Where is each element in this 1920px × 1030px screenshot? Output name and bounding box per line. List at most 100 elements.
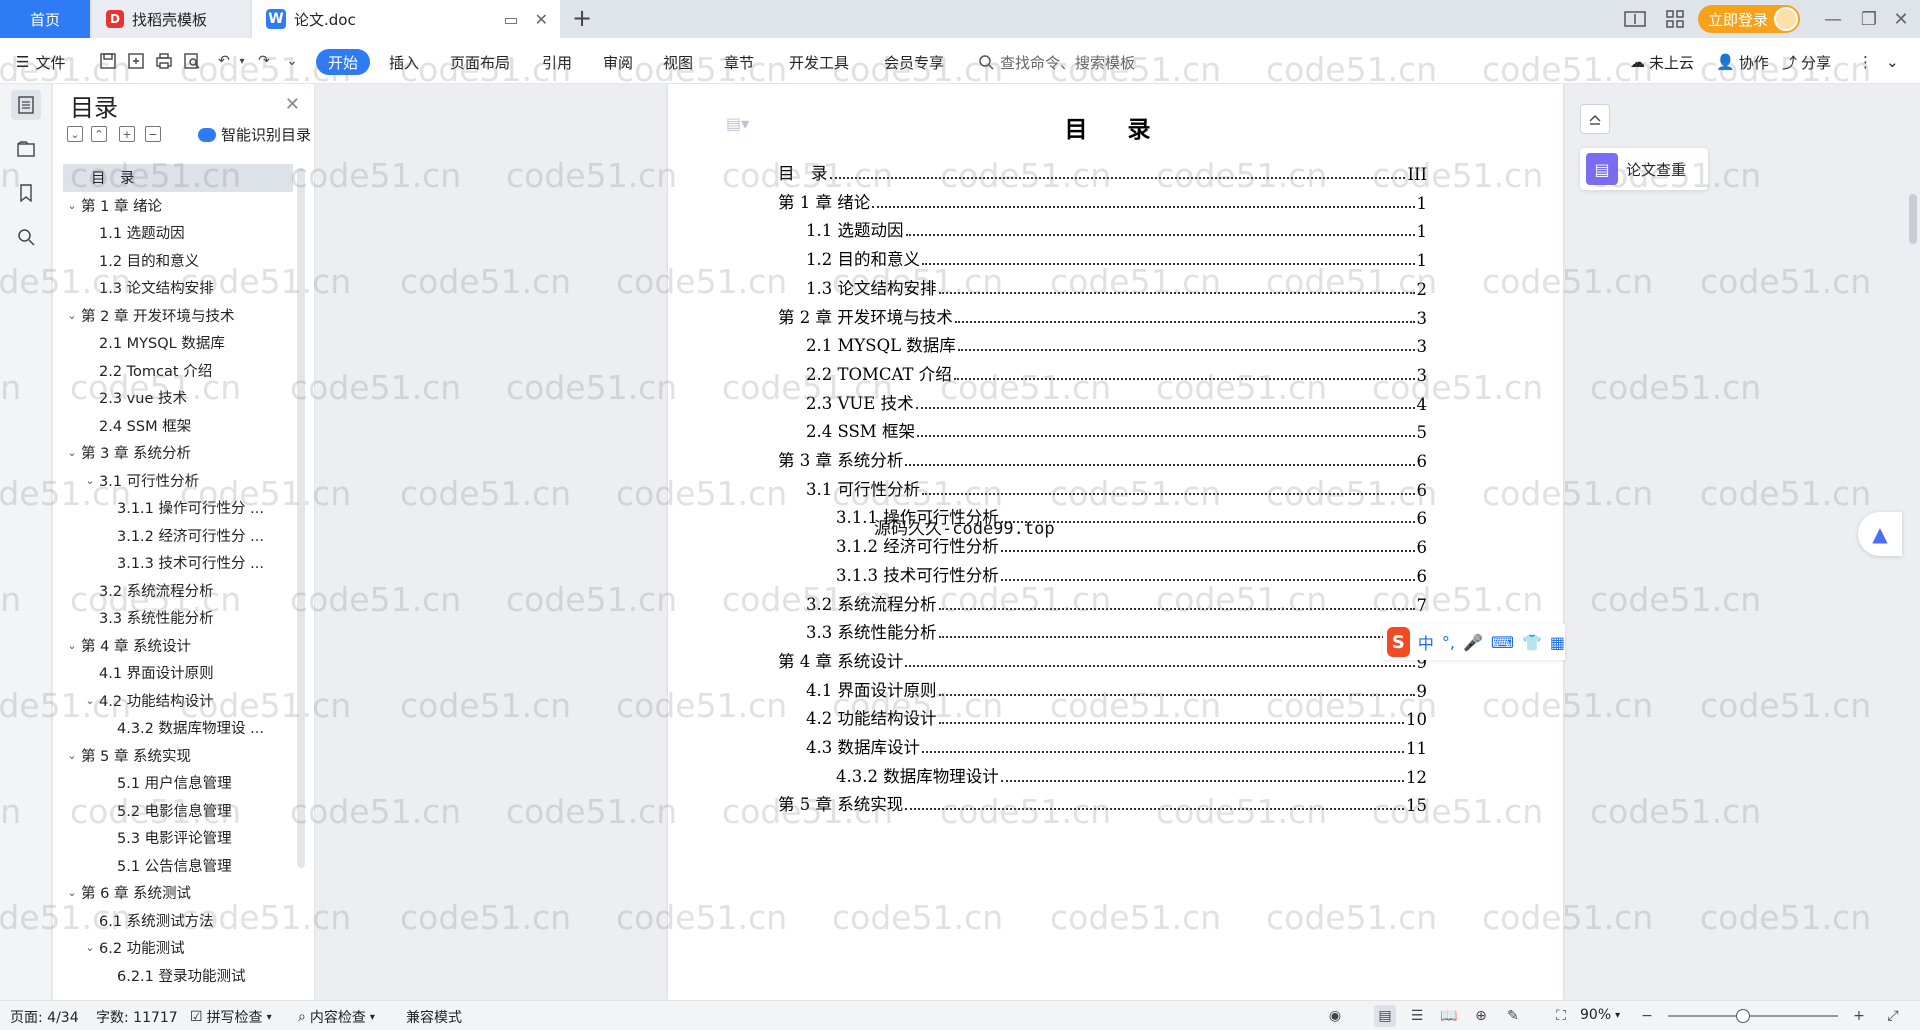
- outline-item[interactable]: 1.3 论文结构安排: [63, 274, 293, 302]
- outline-item[interactable]: 3.2 系统流程分析: [63, 577, 293, 605]
- toc-entry[interactable]: 3.2 系统流程分析 7: [806, 591, 1427, 615]
- toc-entry[interactable]: 1.1 选题动因 1: [806, 217, 1427, 241]
- toc-entry[interactable]: 第 1 章 绪论 1: [778, 189, 1427, 213]
- paper-check-button[interactable]: ▤ 论文查重: [1580, 148, 1708, 190]
- toc-entry[interactable]: 2.4 SSM 框架 5: [806, 418, 1427, 442]
- outline-item[interactable]: ⌄ 4.2 功能结构设计: [63, 687, 293, 715]
- ime-punctuation-icon[interactable]: °,: [1442, 633, 1455, 652]
- outline-item[interactable]: 2.3 vue 技术: [63, 384, 293, 412]
- print-preview-icon[interactable]: [180, 49, 204, 73]
- find-icon[interactable]: [11, 222, 41, 252]
- outline-item[interactable]: ⌄ 第 2 章 开发环境与技术: [63, 302, 293, 330]
- zoom-slider-handle[interactable]: [1736, 1009, 1750, 1023]
- outline-panel-icon[interactable]: [11, 90, 41, 120]
- tab-developer[interactable]: 开发工具: [789, 49, 849, 75]
- share-button[interactable]: ⤴ 分享: [1782, 49, 1831, 75]
- outline-item[interactable]: 1.1 选题动因: [63, 219, 293, 247]
- outline-item[interactable]: 5.3 电影评论管理: [63, 824, 293, 852]
- new-tab-button[interactable]: +: [572, 4, 592, 32]
- toc-entry[interactable]: 1.2 目的和意义 1: [806, 246, 1427, 270]
- login-button[interactable]: 立即登录: [1698, 5, 1800, 33]
- outline-item[interactable]: ⌄ 第 6 章 系统测试: [63, 879, 293, 907]
- toc-entry[interactable]: 2.3 VUE 技术 4: [806, 390, 1427, 414]
- collapse-side-icon[interactable]: [1580, 104, 1610, 134]
- chevron-down-icon[interactable]: ⌄: [63, 446, 81, 459]
- outline-item[interactable]: 4.3.2 数据库物理设 ...: [63, 714, 293, 742]
- chevron-down-icon[interactable]: ⌄: [63, 886, 81, 899]
- content-check-button[interactable]: ⌕ 内容检查 ▾: [298, 1007, 375, 1027]
- reading-mode-icon[interactable]: [1620, 4, 1650, 34]
- smart-toc-button[interactable]: 智能识别目录: [198, 124, 311, 145]
- toc-entry[interactable]: 4.3.2 数据库物理设计 12: [836, 763, 1427, 787]
- toc-entry[interactable]: 3.3 系统性能分析8: [806, 619, 1427, 643]
- chapter-nav-icon[interactable]: [11, 134, 41, 164]
- undo-dropdown-icon[interactable]: ▾: [236, 49, 248, 73]
- toc-entry[interactable]: 4.1 界面设计原则 9: [806, 677, 1427, 701]
- outline-item[interactable]: 6.1 系统测试方法: [63, 907, 293, 935]
- outline-item[interactable]: 2.2 Tomcat 介绍: [63, 357, 293, 385]
- tab-screen-icon[interactable]: ▭: [503, 10, 518, 29]
- outline-scrollbar[interactable]: [297, 168, 305, 868]
- outline-item[interactable]: 3.3 系统性能分析: [63, 604, 293, 632]
- toc-entry[interactable]: 3.1.3 技术可行性分析 6: [836, 562, 1427, 586]
- collapse-ribbon-icon[interactable]: ⌄: [1886, 49, 1899, 75]
- outline-item[interactable]: ⌄ 3.1 可行性分析: [63, 467, 293, 495]
- reading-view-icon[interactable]: 📖: [1438, 1005, 1460, 1027]
- outline-item[interactable]: 3.1.2 经济可行性分 ...: [63, 522, 293, 550]
- scrollbar-thumb[interactable]: [1909, 194, 1917, 244]
- fullscreen-icon[interactable]: ⤢: [1882, 1005, 1904, 1027]
- zoom-slider[interactable]: [1668, 1015, 1838, 1017]
- tab-review[interactable]: 审阅: [603, 49, 633, 75]
- add-heading-icon[interactable]: +: [119, 126, 135, 142]
- toc-entry[interactable]: 3.1 可行性分析 6: [806, 476, 1427, 500]
- redo-icon[interactable]: ↷: [252, 49, 276, 73]
- page-view-icon[interactable]: ▤: [1374, 1005, 1396, 1027]
- outline-item[interactable]: 2.1 MYSQL 数据库: [63, 329, 293, 357]
- toc-entry[interactable]: 第 2 章 开发环境与技术 3: [778, 304, 1427, 328]
- close-window-icon[interactable]: ✕: [1878, 0, 1920, 38]
- outline-view-icon[interactable]: ☰: [1406, 1005, 1428, 1027]
- write-view-icon[interactable]: ✎: [1502, 1005, 1524, 1027]
- tab-start[interactable]: 开始: [316, 49, 371, 75]
- remove-heading-icon[interactable]: −: [145, 126, 161, 142]
- chevron-down-icon[interactable]: ⌄: [63, 309, 81, 322]
- apps-grid-icon[interactable]: [1660, 4, 1690, 34]
- word-count[interactable]: 字数: 11717: [96, 1007, 178, 1027]
- outline-item[interactable]: 6.2.1 登录功能测试: [63, 962, 293, 984]
- outline-item[interactable]: ⌄ 第 3 章 系统分析: [63, 439, 293, 467]
- toc-entry[interactable]: 第 3 章 系统分析 6: [778, 447, 1427, 471]
- outline-item[interactable]: 3.1.3 技术可行性分 ...: [63, 549, 293, 577]
- outline-item[interactable]: 目 录: [63, 164, 293, 192]
- chevron-down-icon[interactable]: ⌄: [81, 474, 99, 487]
- sogou-ime-icon[interactable]: S: [1387, 627, 1410, 657]
- chevron-down-icon[interactable]: ⌄: [63, 199, 81, 212]
- outline-item[interactable]: 2.4 SSM 框架: [63, 412, 293, 440]
- more-quick-chevron-icon[interactable]: ⌄: [280, 49, 304, 73]
- toc-entry[interactable]: 4.3 数据库设计 11: [806, 734, 1427, 758]
- toc-entry[interactable]: 2.1 MYSQL 数据库 3: [806, 332, 1427, 356]
- undo-icon[interactable]: ↶: [212, 49, 236, 73]
- toc-entry[interactable]: 4.2 功能结构设计 10: [806, 705, 1427, 729]
- outline-item[interactable]: ⌄ 第 4 章 系统设计: [63, 632, 293, 660]
- tab-section[interactable]: 章节: [724, 49, 754, 75]
- tab-insert[interactable]: 插入: [389, 49, 419, 75]
- outline-item[interactable]: 5.1 公告信息管理: [63, 852, 293, 880]
- export-icon[interactable]: [124, 49, 148, 73]
- print-icon[interactable]: [152, 49, 176, 73]
- outline-item[interactable]: ⌄ 第 1 章 绪论: [63, 192, 293, 220]
- outline-item[interactable]: ⌄ 6.2 功能测试: [63, 934, 293, 962]
- toc-entry[interactable]: 2.2 TOMCAT 介绍 3: [806, 361, 1427, 385]
- tab-member[interactable]: 会员专享: [884, 49, 944, 75]
- collapse-all-icon[interactable]: ⌃: [91, 126, 107, 142]
- spell-check-button[interactable]: ☑ 拼写检查 ▾: [190, 1007, 272, 1027]
- tab-references[interactable]: 引用: [542, 49, 572, 75]
- close-outline-icon[interactable]: ✕: [285, 94, 300, 115]
- chevron-down-icon[interactable]: ⌄: [63, 639, 81, 652]
- document-scrollbar[interactable]: [1906, 84, 1920, 1000]
- ime-keyboard-icon[interactable]: ⌨: [1491, 633, 1514, 652]
- toc-entry[interactable]: 3.1.2 经济可行性分析 6: [836, 533, 1427, 557]
- tab-close-icon[interactable]: ✕: [535, 10, 548, 29]
- page-indicator[interactable]: 页面: 4/34: [10, 1007, 79, 1027]
- cloud-status-button[interactable]: ☁ 未上云: [1630, 49, 1694, 75]
- file-menu[interactable]: ☰ 文件: [16, 49, 65, 75]
